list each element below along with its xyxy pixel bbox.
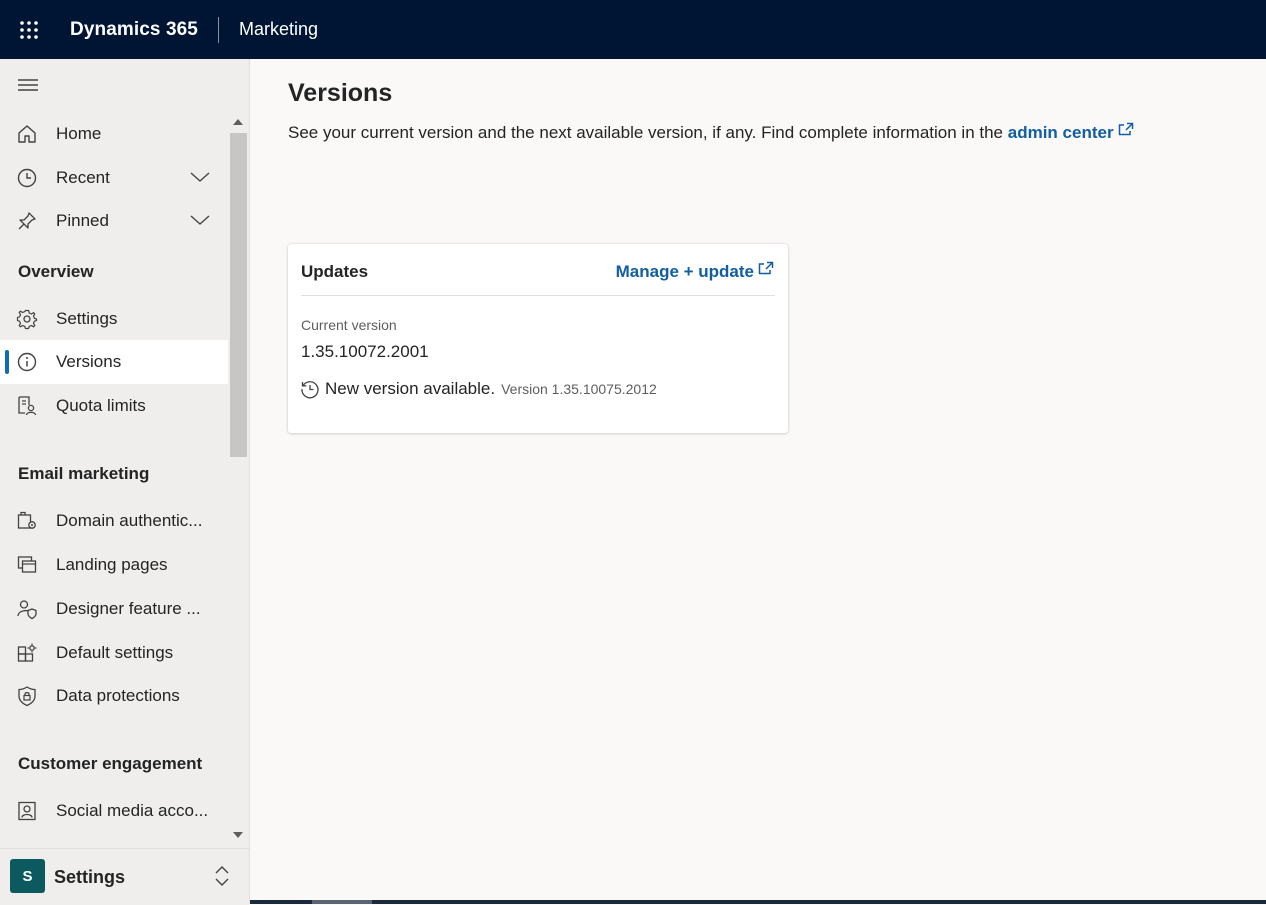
card-title: Updates	[301, 262, 369, 281]
domain-auth-icon	[17, 511, 36, 529]
group-title-email-marketing: Email marketing	[18, 464, 150, 483]
admin-center-link[interactable]: admin center	[1007, 122, 1134, 142]
sidebar-item-label: Designer feature ...	[56, 599, 201, 618]
bottom-strip-segment	[312, 900, 372, 904]
area-switcher[interactable]: S Settings	[0, 848, 249, 905]
sidebar-item-label: Home	[56, 124, 102, 143]
scroll-down-arrow-icon[interactable]	[233, 832, 243, 838]
current-version-value: 1.35.10072.2001	[301, 342, 429, 361]
sidebar: Home Recent Pinned Overview Settings Ver…	[0, 59, 250, 905]
app-launcher-icon[interactable]	[0, 0, 58, 59]
description-text: See your current version and the next av…	[288, 123, 1004, 142]
sidebar-scrollbar-thumb[interactable]	[230, 133, 247, 457]
sidebar-item-domain-authentication[interactable]: Domain authentic...	[0, 499, 228, 543]
sidebar-item-recent[interactable]: Recent	[0, 156, 228, 200]
new-version-row: New version available. Version 1.35.1007…	[300, 379, 657, 399]
header-divider	[217, 16, 219, 43]
home-icon	[18, 125, 36, 143]
sidebar-item-label: Social media acco...	[56, 801, 209, 820]
sidebar-item-default-settings[interactable]: Default settings	[0, 631, 228, 675]
group-title-overview: Overview	[18, 262, 94, 281]
group-title-customer-engagement: Customer engagement	[18, 754, 203, 773]
person-shield-icon	[17, 600, 37, 620]
shield-lock-icon	[18, 686, 36, 707]
sidebar-item-landing-pages[interactable]: Landing pages	[0, 543, 228, 587]
card-divider	[301, 295, 775, 296]
sidebar-item-label: Landing pages	[56, 555, 168, 574]
sidebar-item-label: Quota limits	[56, 396, 146, 415]
sidebar-item-label: Data protections	[56, 686, 180, 705]
current-version-label: Current version	[301, 317, 397, 333]
quota-icon	[18, 396, 37, 416]
top-bar: Dynamics 365 Marketing	[0, 0, 1266, 59]
chevron-down-icon[interactable]	[189, 168, 211, 186]
new-version-text: New version available.	[325, 379, 496, 398]
sidebar-item-label: Default settings	[56, 643, 174, 662]
updates-card: Updates Manage + update Current version …	[288, 244, 788, 433]
sidebar-item-label: Settings	[56, 309, 118, 328]
sidebar-item-social-media-accounts[interactable]: Social media acco...	[0, 789, 228, 833]
chevron-up-down-icon	[215, 866, 229, 886]
default-settings-icon	[17, 643, 37, 662]
admin-center-link-label: admin center	[1007, 123, 1114, 142]
sidebar-item-versions[interactable]: Versions	[0, 340, 228, 384]
external-link-icon	[758, 261, 774, 275]
sidebar-item-pinned[interactable]: Pinned	[0, 199, 228, 243]
sidebar-item-data-protections[interactable]: Data protections	[0, 674, 228, 718]
sidebar-item-label: Recent	[56, 168, 110, 187]
bottom-strip	[250, 900, 1266, 904]
app-name[interactable]: Marketing	[239, 19, 318, 40]
area-label: Settings	[54, 867, 126, 887]
manage-update-link-label: Manage + update	[615, 262, 754, 281]
history-clock-icon	[301, 381, 319, 399]
sidebar-item-label: Domain authentic...	[56, 511, 203, 530]
main-content: Versions See your current version and th…	[250, 59, 1266, 904]
brand-title[interactable]: Dynamics 365	[70, 19, 198, 41]
sidebar-item-label: Pinned	[56, 211, 109, 230]
pin-icon	[18, 212, 36, 230]
sidebar-item-settings[interactable]: Settings	[0, 297, 228, 341]
contact-card-icon	[18, 801, 36, 821]
info-icon	[17, 352, 37, 372]
scroll-up-arrow-icon[interactable]	[233, 119, 243, 125]
clock-icon	[17, 168, 37, 188]
hamburger-menu-icon[interactable]	[17, 77, 39, 93]
sidebar-item-designer-feature[interactable]: Designer feature ...	[0, 587, 228, 631]
new-version-number: Version 1.35.10075.2012	[501, 381, 657, 397]
external-link-icon	[1118, 122, 1133, 136]
gear-icon	[16, 309, 38, 330]
sidebar-item-quota-limits[interactable]: Quota limits	[0, 384, 228, 428]
page-description: See your current version and the next av…	[288, 122, 1134, 143]
manage-update-link[interactable]: Manage + update	[616, 261, 774, 282]
page-title: Versions	[288, 79, 393, 107]
pages-icon	[17, 556, 37, 573]
chevron-down-icon[interactable]	[189, 211, 211, 229]
sidebar-item-home[interactable]: Home	[0, 112, 228, 156]
sidebar-item-label: Versions	[56, 352, 122, 371]
area-badge: S	[10, 859, 45, 893]
